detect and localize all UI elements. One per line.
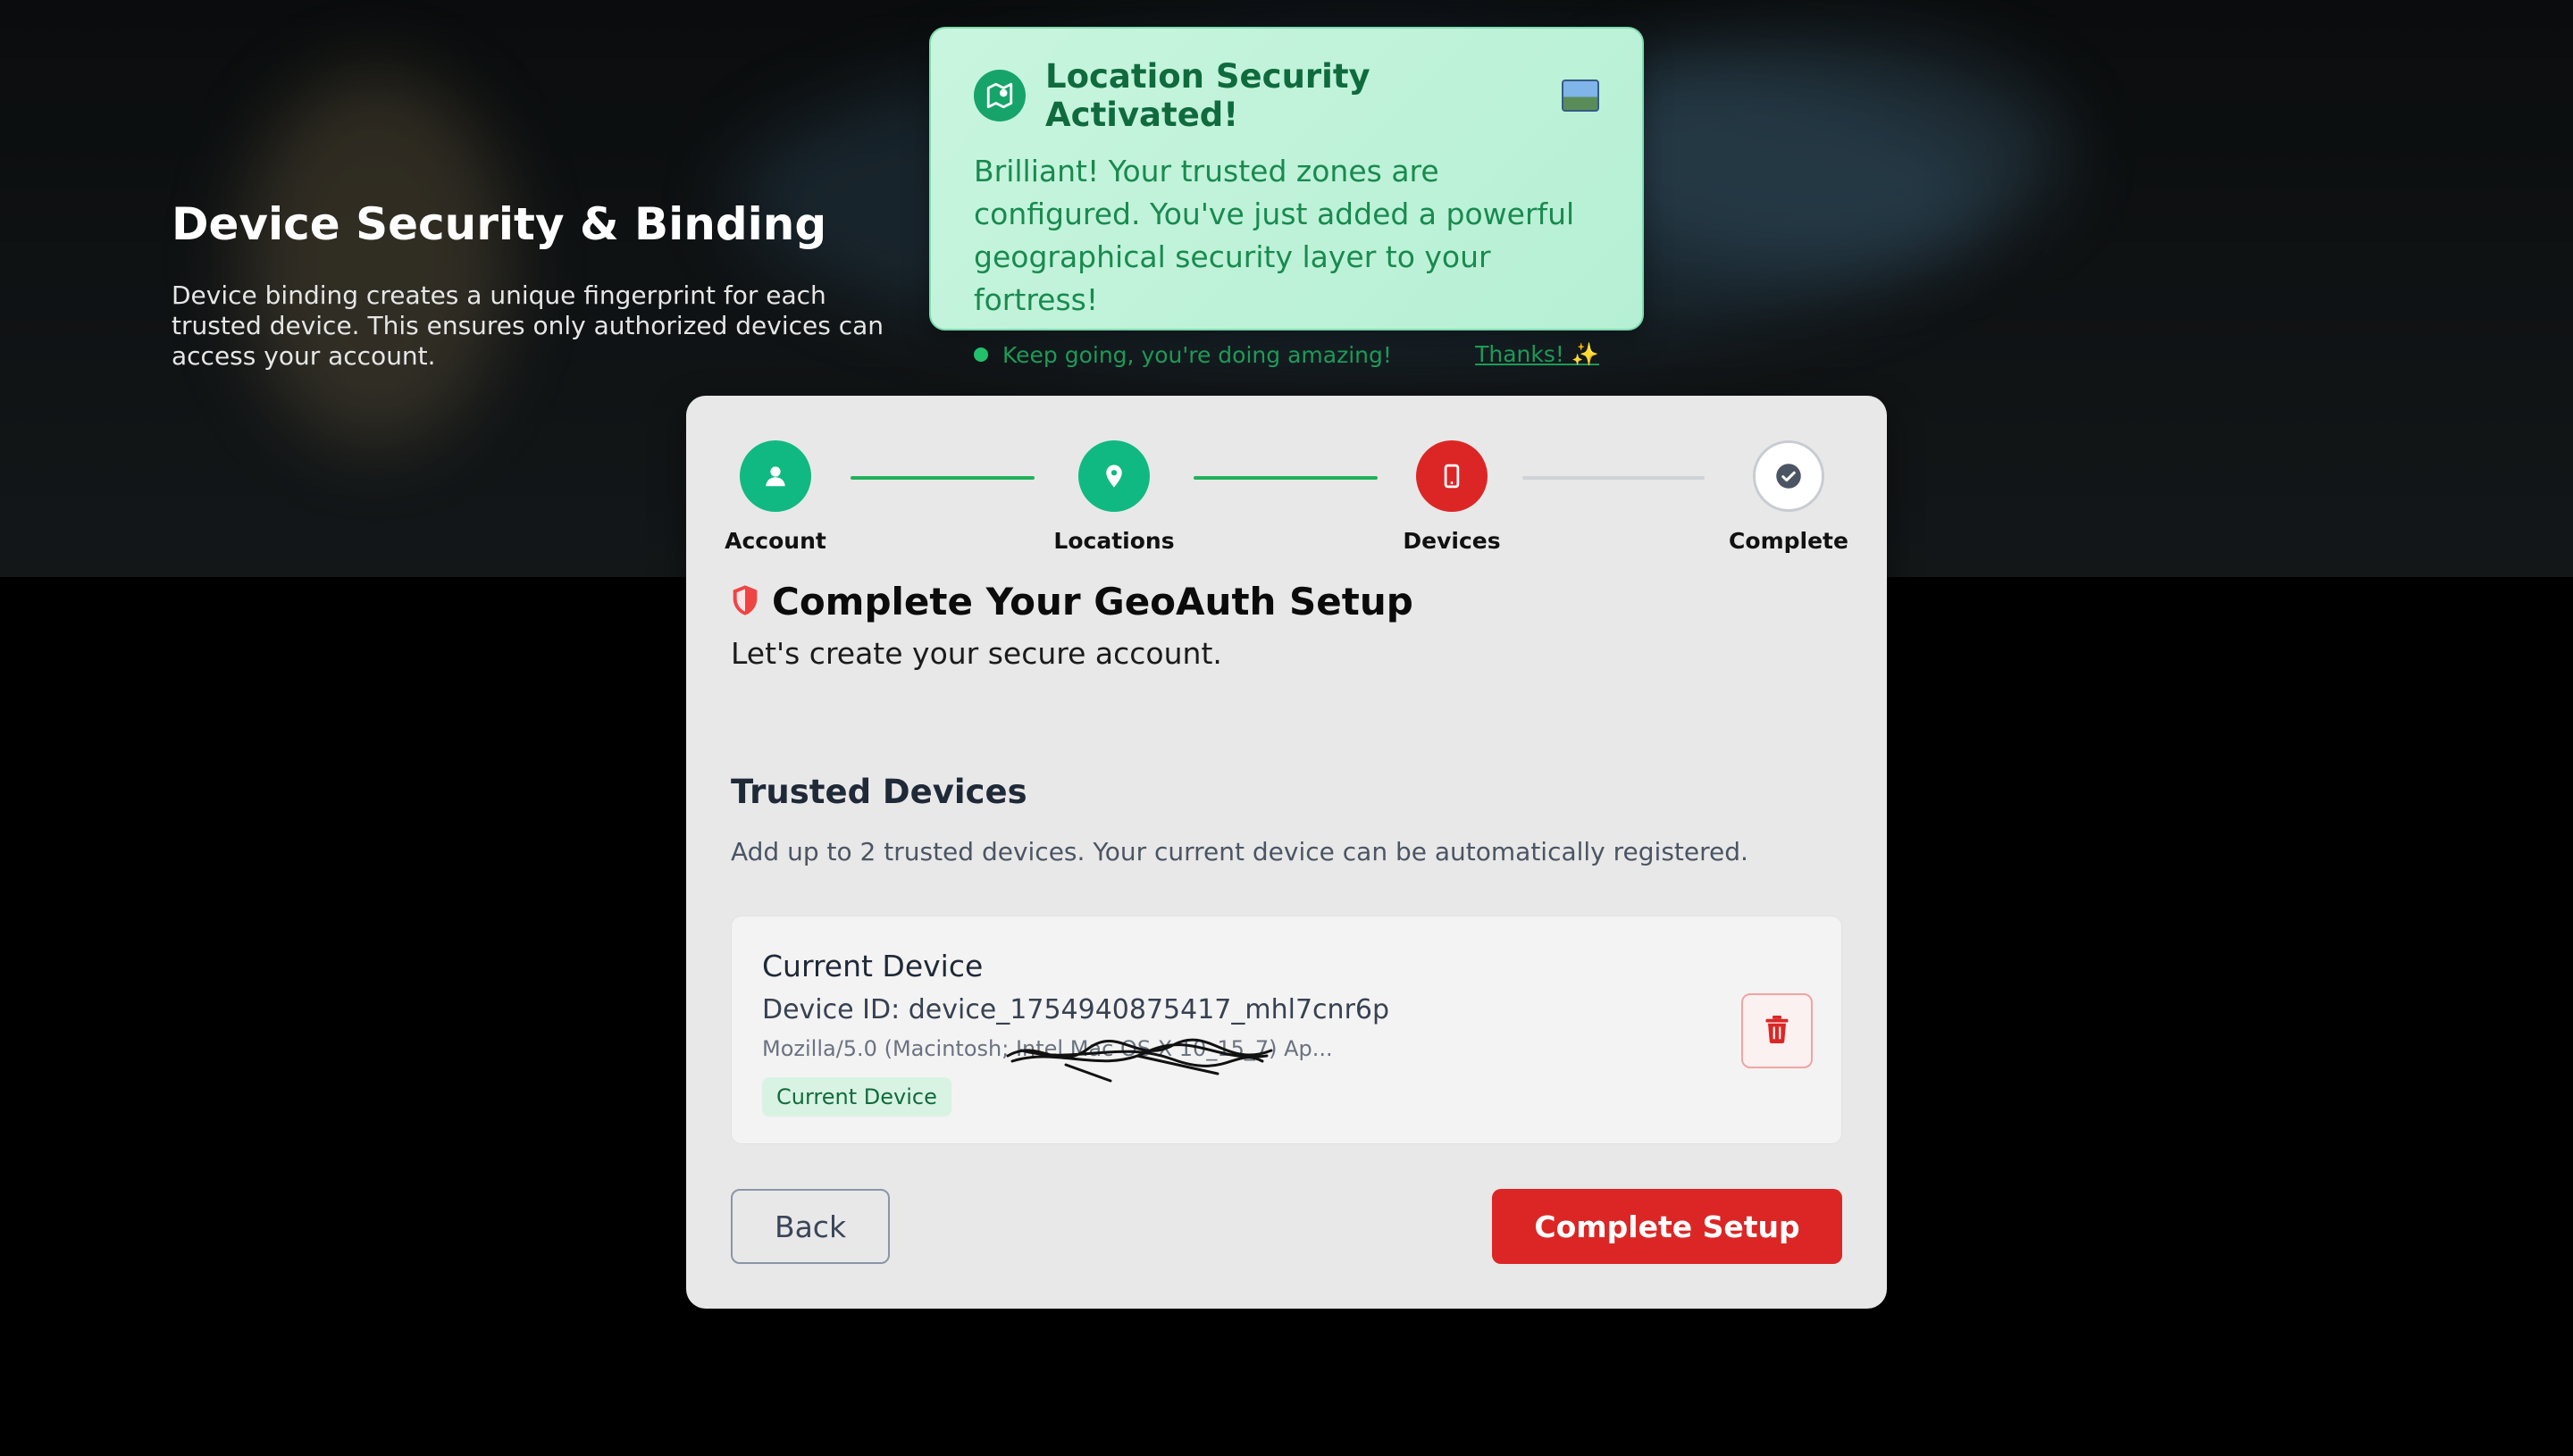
step-label: Devices	[1403, 528, 1501, 554]
toast-dismiss-link[interactable]: Thanks! ✨	[1475, 341, 1599, 368]
setup-card: Account Locations Devices Complete Compl…	[686, 396, 1887, 1309]
card-subtitle: Let's create your secure account.	[731, 636, 1222, 671]
step-devices: Devices	[1371, 440, 1532, 554]
device-user-agent: Mozilla/5.0 (Macintosh; Intel Mac OS X 1…	[762, 1036, 1334, 1083]
hero-section: Device Security & Binding Device binding…	[172, 193, 904, 372]
step-connector	[1194, 476, 1378, 480]
current-device-badge: Current Device	[762, 1077, 951, 1117]
shield-icon	[731, 584, 759, 620]
landscape-photo-emoji	[1561, 79, 1599, 112]
user-icon	[740, 440, 811, 512]
step-account: Account	[695, 440, 856, 554]
step-locations: Locations	[1034, 440, 1194, 554]
device-id: Device ID: device_1754940875417_mhl7cnr6…	[762, 994, 1390, 1025]
complete-setup-button[interactable]: Complete Setup	[1492, 1189, 1842, 1264]
check-circle-icon	[1753, 440, 1824, 512]
section-description: Add up to 2 trusted devices. Your curren…	[731, 837, 1748, 866]
device-item: Current Device Device ID: device_1754940…	[731, 916, 1842, 1144]
toast-hint: Keep going, you're doing amazing!	[1002, 341, 1392, 368]
step-connector	[851, 476, 1035, 480]
step-label: Account	[725, 528, 826, 554]
redaction-scribble	[1006, 1038, 1273, 1083]
status-dot-icon	[974, 347, 988, 362]
step-label: Locations	[1053, 528, 1175, 554]
step-label: Complete	[1729, 528, 1848, 554]
toast-message: Brilliant! Your trusted zones are config…	[974, 154, 1575, 317]
hero-description: Device binding creates a unique fingerpr…	[172, 280, 884, 371]
page: Device Security & Binding Device binding…	[0, 0, 2573, 1456]
smartphone-icon	[1416, 440, 1488, 512]
progress-stepper: Account Locations Devices Complete	[686, 440, 1887, 565]
map-pin-icon	[1078, 440, 1150, 512]
trash-icon	[1764, 1014, 1790, 1048]
map-icon	[974, 70, 1026, 121]
step-connector	[1522, 476, 1705, 480]
section-title: Trusted Devices	[731, 773, 1027, 811]
delete-device-button[interactable]	[1741, 993, 1813, 1068]
step-complete: Complete	[1708, 440, 1869, 554]
device-name: Current Device	[762, 949, 984, 983]
toast-title: Location Security Activated!	[1045, 57, 1370, 134]
success-toast: Location Security Activated! Brilliant! …	[929, 27, 1644, 368]
hero-title: Device Security & Binding	[172, 198, 827, 250]
back-button[interactable]: Back	[731, 1189, 890, 1264]
card-header: Complete Your GeoAuth Setup Let's create…	[731, 580, 1842, 671]
card-title: Complete Your GeoAuth Setup	[772, 580, 1413, 623]
